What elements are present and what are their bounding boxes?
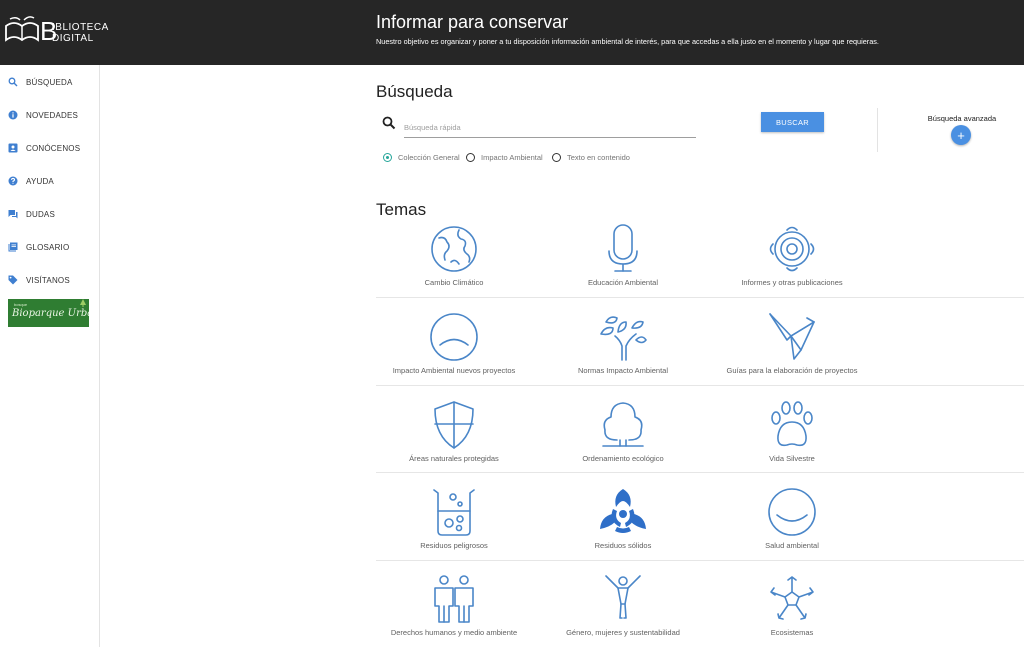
woman-icon (605, 575, 641, 619)
sidebar-item-ayuda[interactable]: AYUDA (0, 169, 100, 193)
sidebar-item-label: AYUDA (26, 176, 54, 186)
tema-genero-mujeres[interactable]: Género, mujeres y sustentabilidad (533, 574, 713, 647)
header-subtitle: Nuestro objetivo es organizar y poner a … (376, 37, 879, 46)
tema-residuos-peligrosos[interactable]: Residuos peligrosos (364, 487, 544, 571)
tema-ecosistemas[interactable]: Ecosistemas (702, 574, 882, 647)
plant-icon (600, 316, 647, 361)
quick-search-input[interactable] (404, 118, 696, 138)
tema-residuos-solidos[interactable]: Residuos sólidos (533, 487, 713, 571)
tema-impacto-nuevos-proyectos[interactable]: Impacto Ambiental nuevos proyectos (364, 312, 544, 396)
snowflake-icon (770, 576, 814, 620)
tema-ordenamiento-ecologico[interactable]: Ordenamiento ecológico (533, 400, 713, 484)
search-heading: Búsqueda (376, 82, 453, 101)
shield-icon (434, 401, 474, 449)
book-icon (8, 242, 18, 252)
chat-icon (8, 209, 18, 219)
radio-label: Texto en contenido (567, 153, 630, 162)
advanced-search-button[interactable]: + (951, 125, 971, 145)
smile-circle-icon (768, 488, 816, 536)
tree-icon (602, 402, 644, 447)
tema-derechos-humanos[interactable]: Derechos humanos y medio ambiente (364, 574, 544, 647)
sidebar-item-glosario[interactable]: GLOSARIO (0, 235, 100, 259)
tema-label: Áreas naturales protegidas (409, 454, 499, 463)
tema-label: Cambio Climático (424, 278, 484, 287)
radio-indicator[interactable] (552, 153, 561, 162)
microphone-icon (608, 224, 638, 272)
tema-salud-ambiental[interactable]: Salud ambiental (702, 487, 882, 571)
radio-label: Colección General (398, 153, 460, 162)
radio-selected-indicator[interactable] (383, 153, 392, 162)
tema-label: Ordenamiento ecológico (582, 454, 664, 463)
search-icon (8, 77, 18, 87)
sidebar-item-novedades[interactable]: NOVEDADES (0, 103, 100, 127)
header-title: Informar para conservar (376, 12, 569, 32)
biblioteca-digital-logo[interactable]: B IBLIOTECA DIGITAL (0, 0, 108, 65)
sidebar-item-busqueda[interactable]: BÚSQUEDA (0, 70, 100, 94)
top-header: B IBLIOTECA DIGITAL Informar para conser… (0, 0, 1024, 65)
tema-label: Derechos humanos y medio ambiente (390, 628, 518, 637)
tema-cambio-climatico[interactable]: Cambio Climático (364, 224, 544, 308)
sidebar-item-label: NOVEDADES (26, 110, 79, 120)
sidebar-item-dudas[interactable]: DUDAS (0, 202, 100, 226)
tema-educacion-ambiental[interactable]: Educación Ambiental (533, 224, 713, 308)
search-divider (877, 108, 878, 152)
biohazard-icon (600, 489, 646, 533)
sidebar-item-label: VISÍTANOS (26, 275, 70, 285)
tema-label: Normas Impacto Ambiental (577, 366, 669, 375)
tag-icon (8, 275, 18, 285)
tema-label: Salud ambiental (765, 541, 819, 550)
sidebar-item-label: CONÓCENOS (26, 143, 81, 153)
sidebar-item-label: BÚSQUEDA (26, 77, 73, 87)
paw-icon (771, 401, 813, 447)
advanced-search-label: Búsqueda avanzada (927, 114, 997, 123)
globe-icon (431, 226, 477, 272)
circle-arc-icon (430, 313, 478, 361)
buscar-button[interactable]: BUSCAR (761, 112, 824, 132)
tema-vida-silvestre[interactable]: Vida Silvestre (702, 400, 882, 484)
tema-label: Impacto Ambiental nuevos proyectos (392, 366, 516, 375)
radio-label: Impacto Ambiental (481, 153, 543, 162)
radio-coleccion-general[interactable]: Colección General (383, 153, 460, 162)
radio-indicator[interactable] (466, 153, 475, 162)
search-icon (382, 116, 396, 130)
open-book-icon (5, 16, 39, 42)
logo-text-line2: DIGITAL (52, 33, 94, 44)
tema-label: Guías para la elaboración de proyectos (726, 366, 858, 375)
tema-areas-naturales[interactable]: Áreas naturales protegidas (364, 400, 544, 484)
radio-impacto-ambiental[interactable]: Impacto Ambiental (466, 153, 543, 162)
tree-icon (80, 299, 86, 307)
origami-bird-icon (769, 313, 815, 360)
sidebar-item-visitanos[interactable]: VISÍTANOS (0, 268, 100, 292)
banner-small-text: bosque (14, 302, 28, 307)
people-icon (434, 575, 474, 623)
tema-label: Educación Ambiental (587, 278, 659, 287)
sidebar-item-conocenos[interactable]: CONÓCENOS (0, 136, 100, 160)
tema-label: Género, mujeres y sustentabilidad (566, 628, 680, 637)
tema-label: Residuos peligrosos (420, 541, 488, 550)
tema-label: Residuos sólidos (594, 541, 652, 550)
tema-informes-publicaciones[interactable]: Informes y otras publicaciones (702, 224, 882, 308)
sidebar-item-label: GLOSARIO (26, 242, 70, 252)
target-icon (769, 226, 815, 272)
beaker-icon (433, 489, 475, 536)
info-icon (8, 110, 18, 120)
tema-normas-impacto[interactable]: Normas Impacto Ambiental (533, 312, 713, 396)
temas-heading: Temas (376, 200, 427, 219)
tema-label: Ecosistemas (770, 628, 814, 637)
bioparque-banner[interactable]: bosque Bioparque Urbano (8, 299, 89, 327)
tema-guias-elaboracion[interactable]: Guías para la elaboración de proyectos (702, 312, 882, 396)
tema-label: Informes y otras publicaciones (741, 278, 843, 287)
help-icon (8, 176, 18, 186)
sidebar-item-label: DUDAS (26, 209, 56, 219)
radio-texto-en-contenido[interactable]: Texto en contenido (552, 153, 630, 162)
tema-label: Vida Silvestre (769, 454, 815, 463)
banner-main-text: Bioparque Urbano (12, 308, 89, 319)
sidebar: BÚSQUEDA NOVEDADES CONÓCENOS AYUDA DUDAS… (0, 65, 100, 647)
logo-text-line1: IBLIOTECA (52, 22, 109, 33)
contact-card-icon (8, 143, 18, 153)
